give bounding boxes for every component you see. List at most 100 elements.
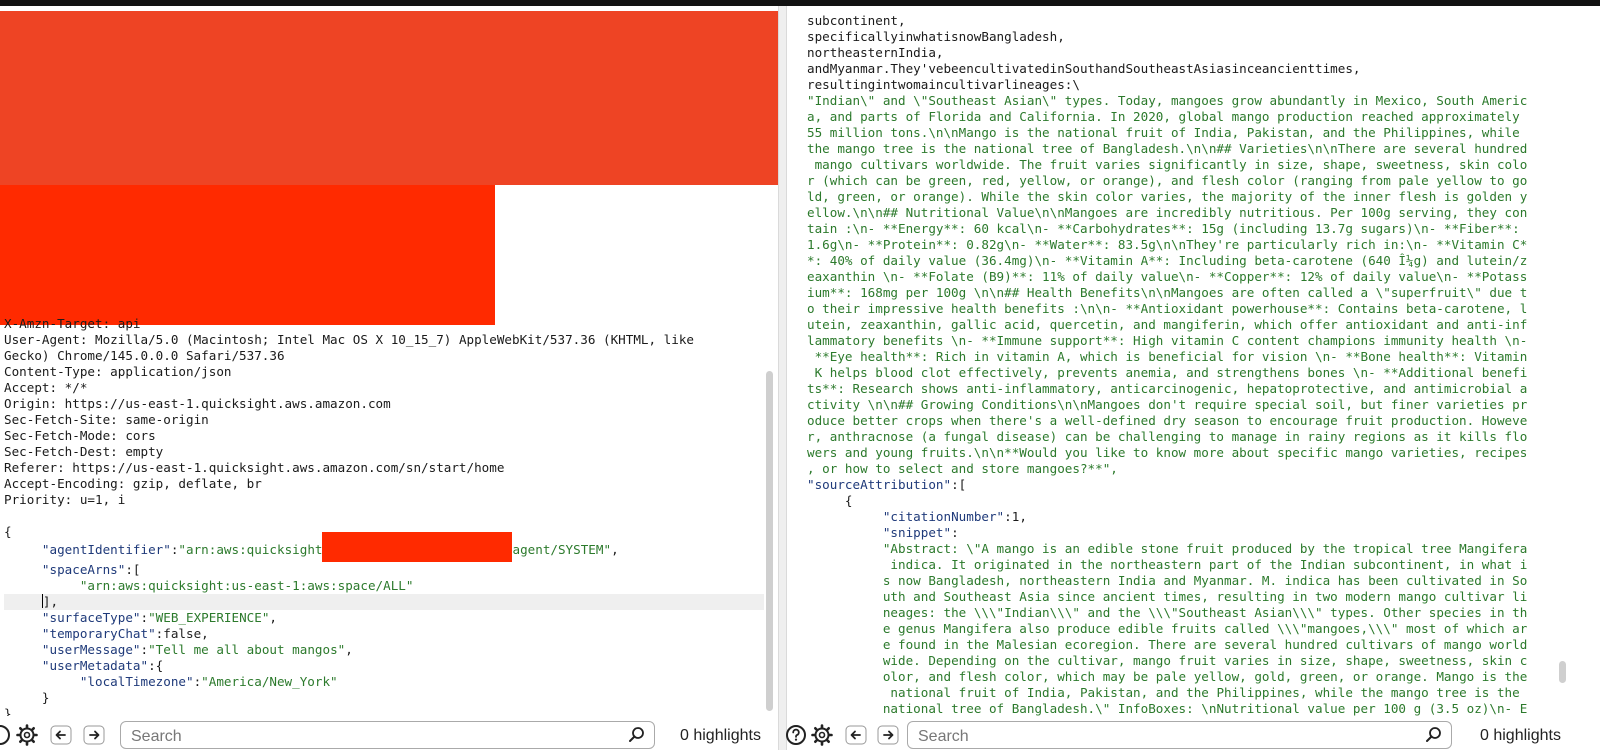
text-line: neages: the \\\"Indian\\\" and the \\\"S… [882,605,1528,620]
arrow-left-icon[interactable] [845,724,867,746]
text-line: e genus Mangifera also produce edible fr… [882,621,1528,636]
text-line: ellow.\n\n## Nutritional Value\n\nMangoe… [807,205,1528,220]
text-line: K helps blood clot effectively, prevents… [807,365,1528,380]
header-line: Accept: */* [4,380,88,395]
text-line: wide. Depending on the cultivar, mango f… [882,653,1528,668]
text-line: *: 40% of daily value (36.4mg)\n- **Vita… [807,253,1528,268]
search-input[interactable]: Search [907,721,1452,749]
json-key: "surfaceType" [41,610,141,625]
json-key: "localTimezone" [79,674,194,689]
text-line: mango cultivars worldwide. The fruit var… [807,157,1528,172]
json-string: "WEB_EXPERIENCE" [148,610,270,625]
highlights-count: 0 highlights [1480,727,1561,744]
text-line: r (which can be green, red, yellow, or o… [807,173,1528,188]
text-line: utein, zeaxanthin, gallic acid, querceti… [807,317,1528,332]
json-key: "agentIdentifier" [41,542,171,557]
redaction-block-middle [0,185,495,325]
text-line: tain :\n- **Energy**: 60 kcal\n- **Carbo… [807,221,1520,236]
right-search-toolbar: Search 0 highlights [785,716,1600,750]
text-line: northeasternIndia, [807,45,944,60]
response-pane[interactable]: subcontinent, specificallyinwhatisnowBan… [787,6,1576,716]
text-line: resultingintwomaincultivarlineages:\ [807,77,1080,92]
text-line: indica. It originated in the northeaster… [882,557,1528,572]
gear-icon[interactable] [16,724,38,746]
header-line: Accept-Encoding: gzip, deflate, br [4,476,262,491]
header-line: Content-Type: application/json [4,364,232,379]
json-key: "userMessage" [41,642,141,657]
text-line: uth and Southeast Asia since ancient tim… [882,589,1528,604]
help-icon[interactable] [0,724,11,746]
text-line: "Abstract: \"A mango is an edible stone … [882,541,1528,556]
text-line: "Indian\" and \"Southeast Asian\" types.… [807,93,1528,108]
header-line: Gecko) Chrome/145.0.0.0 Safari/537.36 [4,348,285,363]
left-scrollbar-thumb[interactable] [766,371,773,711]
json-key: "temporaryChat" [41,626,156,641]
request-pane[interactable]: X-Amzn-Target: api User-Agent: Mozilla/5… [0,6,778,716]
right-scrollbar-thumb[interactable] [1559,661,1566,683]
pane-divider[interactable] [778,6,787,750]
text-line: ctivity \n\n## Growing Conditions\n\nMan… [807,397,1528,412]
text-line: national fruit of India, Pakistan, and t… [882,685,1520,700]
header-line: Sec-Fetch-Site: same-origin [4,412,209,427]
search-placeholder: Search [918,728,969,745]
text-line: lammatory benefits \n- **Immune support*… [807,333,1528,348]
header-line: X-Amzn-Target: api [4,316,141,331]
text-line: s now Bangladesh, northeastern India and… [882,573,1528,588]
gear-icon[interactable] [811,724,833,746]
help-icon[interactable] [785,724,807,746]
json-key: "spaceArns" [41,562,126,577]
json-key: "snippet" [882,525,952,540]
text-line: national tree of Bangladesh.\" InfoBoxes… [882,701,1528,716]
json-string: agent/SYSTEM" [512,542,612,557]
text-line: e found in the Malesian ecoregion. There… [882,637,1528,652]
highlights-count: 0 highlights [680,727,761,744]
json-key: "userMetadata" [41,658,149,673]
magnifier-icon [629,727,644,742]
text-line: ts**: Research shows anti-inflammatory, … [807,381,1528,396]
arrow-left-icon[interactable] [50,724,72,746]
header-line: Sec-Fetch-Dest: empty [4,444,164,459]
arrow-right-icon[interactable] [83,724,105,746]
request-headers: X-Amzn-Target: api User-Agent: Mozilla/5… [0,316,764,716]
json-string: "Tell me all about mangos" [148,642,346,657]
text-line: , or how to select and store mangoes?**"… [807,461,1118,476]
text-line: eaxanthin \n- **Folate (B9)**: 11% of da… [807,269,1528,284]
text-line: ld, green, or orange). While the skin co… [807,189,1528,204]
text-line: olor, and flesh color, which may be pale… [882,669,1528,684]
current-line[interactable]: ], [4,594,764,610]
text-line: ium**: 168mg per 100g \n\n## Health Bene… [807,285,1528,300]
header-line: Priority: u=1, i [4,492,126,507]
json-string: "arn:aws:quicksight [178,542,323,557]
json-number: 1 [1011,509,1020,524]
left-search-toolbar: Search 0 highlights [0,716,778,750]
header-line: User-Agent: Mozilla/5.0 (Macintosh; Inte… [4,332,694,347]
search-placeholder: Search [131,728,182,745]
text-line: andMyanmar.They'vebeencultivatedinSoutha… [807,61,1361,76]
response-body: subcontinent, specificallyinwhatisnowBan… [807,13,1528,716]
header-line: Sec-Fetch-Mode: cors [4,428,156,443]
json-string: "arn:aws:quicksight:us-east-1:aws:space/… [79,578,414,593]
magnifier-icon [1426,727,1441,742]
text-line: oduce better crops when there's a well-d… [807,413,1528,428]
text-line: specificallyinwhatisnowBangladesh, [807,29,1065,44]
json-key: "citationNumber" [882,509,1005,524]
text-line: a, and parts of Florida and California. … [807,109,1520,124]
text-line: the mango tree is the national tree of B… [807,141,1528,156]
json-boolean: false [163,626,202,641]
header-line: Referer: https://us-east-1.quicksight.aw… [4,460,505,475]
text-line: subcontinent, [807,13,906,28]
arrow-right-icon[interactable] [877,724,899,746]
text-cursor [41,594,43,608]
text-line: 1.6g\n- **Protein**: 0.82g\n- **Water**:… [807,237,1528,252]
text-line: **Eye health**: Rich in vitamin A, which… [807,349,1528,364]
text-line: o their impressive health benefits :\n\n… [807,301,1528,316]
json-string: "America/New_York" [201,674,338,689]
json-key: "sourceAttribution" [807,477,952,492]
header-line: Origin: https://us-east-1.quicksight.aws… [4,396,391,411]
search-input[interactable]: Search [120,721,655,749]
text-line: 55 million tons.\n\nMango is the nationa… [807,125,1520,140]
redaction-inline [322,532,513,562]
text-line: r, anthracnose (a fungal disease) can be… [807,429,1528,444]
text-line: wers and young fruits.\n\n**Would you li… [807,445,1528,460]
redaction-block-top [0,11,778,185]
